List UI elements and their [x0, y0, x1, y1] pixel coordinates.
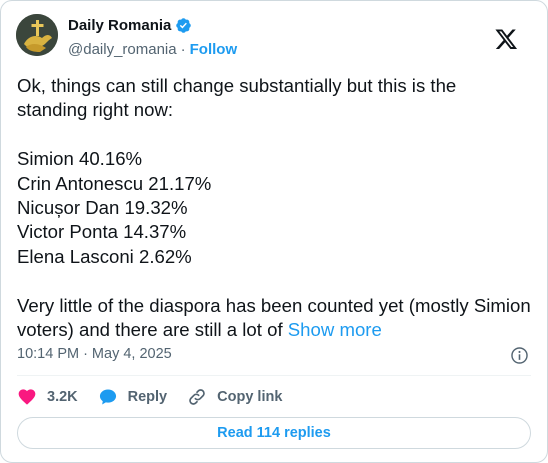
post-body: Ok, things can still change substantiall…	[17, 75, 531, 341]
post-card: Daily Romania @daily_romania · Follow Ok…	[0, 0, 548, 463]
post-timestamp[interactable]: 10:14 PM · May 4, 2025	[17, 346, 172, 362]
read-replies-label: Read 114 replies	[217, 425, 331, 441]
author-names: Daily Romania @daily_romania · Follow	[68, 15, 237, 59]
verified-badge-icon	[176, 17, 192, 33]
avatar[interactable]	[16, 14, 58, 56]
heart-icon	[18, 389, 36, 405]
handle-separator: ·	[180, 40, 186, 58]
action-bar: 3.2K Reply Copy link	[17, 385, 302, 409]
follow-button[interactable]: Follow	[190, 41, 238, 58]
post-date: May 4, 2025	[91, 346, 172, 362]
info-icon[interactable]	[510, 346, 529, 365]
copy-link-label: Copy link	[217, 389, 283, 405]
copy-link-button[interactable]: Copy link	[187, 387, 282, 407]
x-logo-icon[interactable]	[495, 29, 518, 50]
show-more-link[interactable]: Show more	[288, 319, 382, 340]
link-icon	[189, 389, 205, 405]
author-display-name[interactable]: Daily Romania	[68, 17, 171, 34]
post-header: Daily Romania @daily_romania · Follow	[16, 14, 535, 60]
like-button[interactable]: 3.2K	[17, 387, 78, 407]
date-separator: ·	[83, 346, 88, 362]
reply-label: Reply	[127, 389, 168, 405]
reply-button[interactable]: Reply	[98, 387, 168, 407]
author-handle[interactable]: @daily_romania	[68, 41, 177, 58]
likes-count: 3.2K	[47, 389, 78, 405]
post-text: Ok, things can still change substantiall…	[17, 74, 531, 342]
post-time: 10:14 PM	[17, 346, 80, 362]
cross-and-dove-avatar-icon	[16, 14, 58, 56]
read-replies-button[interactable]: Read 114 replies	[17, 417, 531, 449]
reply-bubble-icon	[99, 389, 116, 405]
divider	[17, 375, 531, 376]
